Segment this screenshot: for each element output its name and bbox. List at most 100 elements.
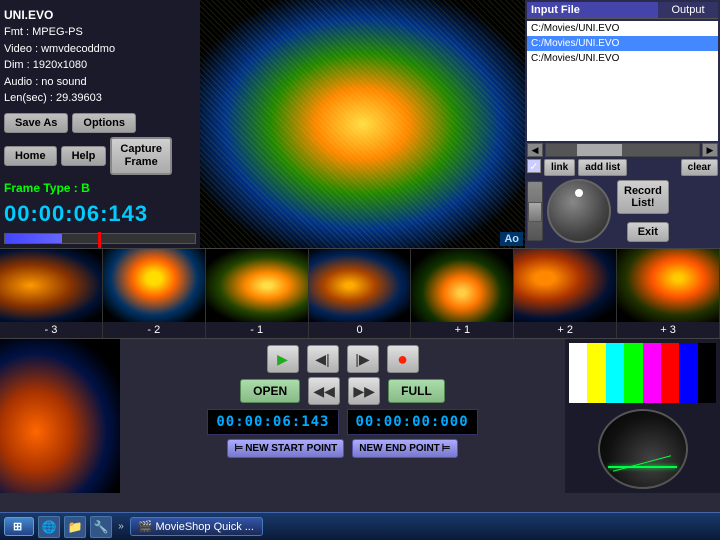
taskbar-movieshop-app[interactable]: 🎬 MovieShop Quick ... — [130, 517, 263, 536]
scope-line-2 — [613, 455, 671, 472]
record-button[interactable]: ● — [387, 345, 419, 373]
clear-button[interactable]: clear — [681, 159, 718, 176]
slider-handle — [528, 202, 542, 222]
volume-slider[interactable] — [527, 181, 543, 241]
rewind-button[interactable]: ◀◀ — [308, 377, 340, 405]
scroll-track[interactable] — [545, 143, 700, 157]
taskbar-icon-app[interactable]: 🔧 — [90, 516, 112, 538]
frame-type-label: Frame Type : B — [4, 179, 196, 197]
color-bar-cyan — [606, 343, 624, 403]
color-bar-green — [624, 343, 642, 403]
add-list-button[interactable]: add list — [578, 159, 627, 176]
file-list[interactable]: C:/Movies/UNI.EVO C:/Movies/UNI.EVO C:/M… — [527, 21, 718, 141]
taskbar-app-icon: 🎬 — [139, 520, 153, 533]
open-button[interactable]: OPEN — [240, 379, 300, 403]
link-checkbox[interactable]: ✓ — [527, 159, 541, 173]
link-button[interactable]: link — [544, 159, 575, 176]
timecode-display: 00:00:06:143 — [4, 197, 196, 229]
format-info: Fmt : MPEG-PS — [4, 24, 196, 41]
home-button[interactable]: Home — [4, 146, 57, 166]
scroll-right-arrow[interactable]: ▶ — [702, 143, 718, 157]
timecode-row: 00:00:06:143 00:00:00:000 — [126, 409, 559, 435]
frame-fwd-icon: |▶ — [355, 351, 369, 368]
transport-row-2: OPEN ◀◀ ▶▶ FULL — [126, 377, 559, 405]
frame-fwd-button[interactable]: |▶ — [347, 345, 379, 373]
play-button[interactable]: ▶ — [267, 345, 299, 373]
windows-icon: ⊞ — [13, 520, 22, 533]
dim-info: Dim : 1920x1080 — [4, 57, 196, 74]
center-controls: ▶ ◀| |▶ ● OPEN ◀◀ ▶▶ FULL 00:00:06:143 — [120, 339, 565, 493]
thumb-label-minus2: - 2 — [103, 322, 205, 338]
start-button[interactable]: ⊞ — [4, 517, 34, 536]
knob[interactable] — [547, 179, 611, 243]
thumb-label-minus3: - 3 — [0, 322, 102, 338]
thumb-label-plus2: + 2 — [514, 322, 616, 338]
rewind-icon: ◀◀ — [313, 383, 335, 400]
file-item-3[interactable]: C:/Movies/UNI.EVO — [527, 51, 718, 66]
fast-fwd-button[interactable]: ▶▶ — [348, 377, 380, 405]
scroll-left-arrow[interactable]: ◀ — [527, 143, 543, 157]
thumb-item-plus1[interactable]: + 1 — [411, 249, 514, 338]
thumb-visual-minus1 — [206, 249, 308, 322]
progress-bar[interactable] — [4, 233, 196, 244]
right-panel: Input File Output C:/Movies/UNI.EVO C:/M… — [525, 0, 720, 248]
left-thumbnail — [0, 339, 120, 493]
input-file-header: Input File — [527, 2, 658, 18]
start-point-label: NEW START POINT — [245, 443, 337, 454]
end-timecode: 00:00:00:000 — [347, 409, 478, 435]
thumbnail-strip: - 3 - 2 - 1 0 + 1 + 2 + 3 — [0, 248, 720, 338]
file-item-2[interactable]: C:/Movies/UNI.EVO — [527, 36, 718, 51]
thumb-item-minus3[interactable]: - 3 — [0, 249, 103, 338]
progress-marker — [98, 232, 101, 248]
exit-button[interactable]: Exit — [627, 222, 669, 242]
video-overlay — [200, 0, 525, 248]
thumb-visual-plus3 — [617, 249, 719, 322]
thumb-visual-minus2 — [103, 249, 205, 322]
thumb-img-minus2 — [103, 249, 205, 322]
audio-info: Audio : no sound — [4, 74, 196, 91]
video-frame — [200, 0, 525, 248]
taskbar-separator: » — [116, 521, 126, 532]
color-bars — [569, 343, 716, 403]
full-button[interactable]: FULL — [388, 379, 445, 403]
file-list-header: Input File Output — [527, 2, 718, 19]
help-button[interactable]: Help — [61, 146, 107, 166]
scope-line-1 — [608, 466, 677, 468]
start-point-icon: ⊨ — [234, 443, 243, 454]
thumb-label-plus3: + 3 — [617, 322, 719, 338]
current-timecode: 00:00:06:143 — [207, 409, 338, 435]
thumb-img-plus1 — [411, 249, 513, 322]
options-button[interactable]: Options — [72, 113, 136, 133]
play-icon: ▶ — [277, 351, 288, 368]
thumb-visual-minus3 — [0, 249, 102, 322]
file-item-1[interactable]: C:/Movies/UNI.EVO — [527, 21, 718, 36]
save-as-button[interactable]: Save As — [4, 113, 68, 133]
new-end-point-button[interactable]: NEW END POINT ⊨ — [352, 439, 457, 458]
left-thumb-visual — [0, 339, 120, 493]
new-start-point-button[interactable]: ⊨ NEW START POINT — [227, 439, 344, 458]
thumb-item-0[interactable]: 0 — [309, 249, 412, 338]
length-info: Len(sec) : 29.39603 — [4, 90, 196, 107]
record-list-button[interactable]: RecordList! — [617, 180, 669, 214]
record-icon: ● — [397, 349, 408, 370]
thumb-label-0: 0 — [309, 322, 411, 338]
toolbar-row1: Save As Options — [4, 113, 196, 133]
thumb-img-minus1 — [206, 249, 308, 322]
taskbar-icon-folder[interactable]: 📁 — [64, 516, 86, 538]
output-header: Output — [658, 2, 718, 18]
thumb-item-minus1[interactable]: - 1 — [206, 249, 309, 338]
thumb-item-minus2[interactable]: - 2 — [103, 249, 206, 338]
color-bar-yellow — [587, 343, 605, 403]
capture-frame-button[interactable]: CaptureFrame — [110, 137, 172, 175]
taskbar-icon-ie[interactable]: 🌐 — [38, 516, 60, 538]
thumb-visual-plus2 — [514, 249, 616, 322]
file-info: UNI.EVO Fmt : MPEG-PS Video : wmvdecoddm… — [4, 4, 196, 113]
thumb-item-plus2[interactable]: + 2 — [514, 249, 617, 338]
thumb-item-plus3[interactable]: + 3 — [617, 249, 720, 338]
taskbar-app-label: MovieShop Quick ... — [155, 521, 253, 533]
knob-area: RecordList! Exit — [527, 179, 718, 243]
thumb-visual-0 — [309, 249, 411, 322]
frame-back-button[interactable]: ◀| — [307, 345, 339, 373]
color-bar-blue — [679, 343, 697, 403]
knob-indicator — [575, 189, 583, 197]
